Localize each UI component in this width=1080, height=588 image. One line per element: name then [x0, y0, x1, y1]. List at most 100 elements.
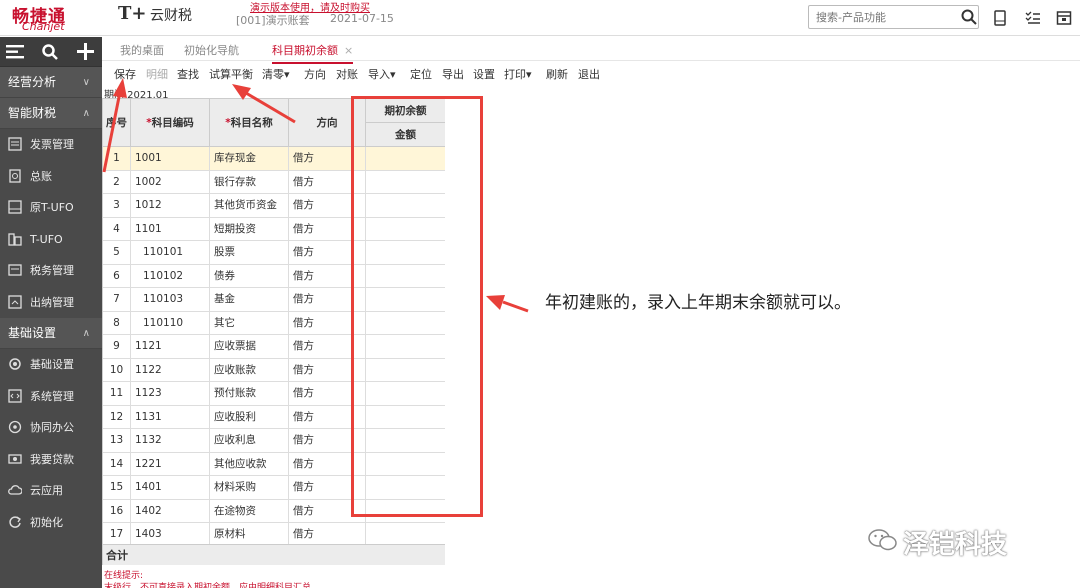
total-row: 合计	[103, 544, 445, 565]
name-cell: 应收利息	[210, 429, 289, 453]
trial-balance-button[interactable]: 试算平衡	[209, 66, 253, 82]
seq-cell: 12	[103, 405, 131, 429]
seq-cell: 7	[103, 288, 131, 312]
watermark: 泽铠科技	[903, 530, 1008, 560]
mobile-icon[interactable]	[992, 10, 1008, 26]
sidebar-section-analysis[interactable]: 经营分析 ∨	[0, 67, 102, 98]
name-cell: 在途物资	[210, 499, 289, 523]
name-cell: 银行存款	[210, 170, 289, 194]
seq-cell: 2	[103, 170, 131, 194]
sidebar-search-icon[interactable]	[42, 44, 58, 60]
code-cell: 110101	[131, 241, 210, 265]
seq-cell: 14	[103, 452, 131, 476]
seq-cell: 16	[103, 499, 131, 523]
settings-button[interactable]: 设置	[473, 66, 495, 82]
amount-cell[interactable]	[366, 523, 445, 547]
refresh-button[interactable]: 刷新	[546, 66, 568, 82]
reconcile-button[interactable]: 对账	[336, 66, 358, 82]
header-code[interactable]: *科目编码	[131, 99, 210, 147]
tax-icon	[8, 264, 22, 276]
account-label[interactable]: [001]演示账套	[236, 12, 310, 28]
header-seq: 序号	[103, 99, 131, 147]
dir-cell: 借方	[289, 523, 366, 547]
code-cell: 1131	[131, 405, 210, 429]
invoice-icon	[8, 137, 22, 151]
close-icon[interactable]: ×	[344, 44, 353, 57]
detail-button[interactable]: 明细	[146, 66, 168, 82]
annotation-highlight-box	[351, 96, 483, 517]
exit-button[interactable]: 退出	[578, 66, 600, 82]
toolbar: 保存 明细 查找 试算平衡 清零▾ 方向 对账 导入▾ 定位 导出 设置 打印▾…	[102, 62, 1080, 84]
header-name[interactable]: *科目名称	[210, 99, 289, 147]
sidebar-section-finance[interactable]: 智能财税 ∧	[0, 98, 102, 129]
login-date: 2021-07-15	[330, 12, 394, 25]
seq-cell: 6	[103, 264, 131, 288]
sidebar-item-system[interactable]: 系统管理	[0, 381, 102, 413]
name-cell: 应收股利	[210, 405, 289, 429]
seq-cell: 1	[103, 147, 131, 171]
seq-cell: 4	[103, 217, 131, 241]
sidebar-item-cloud[interactable]: 云应用	[0, 475, 102, 507]
sidebar-item-ledger[interactable]: 总账	[0, 161, 102, 193]
product-name: 云财税	[150, 8, 192, 24]
sidebar: 经营分析 ∨ 智能财税 ∧ 发票管理 总账 原T-UFO T-UFO 税务管理 出纳…	[0, 37, 102, 588]
window-icon[interactable]	[1056, 10, 1072, 26]
tplus-logo: T+	[118, 3, 147, 24]
seq-cell: 15	[103, 476, 131, 500]
tab-init-nav[interactable]: 初始化导航	[184, 42, 239, 58]
save-button[interactable]: 保存	[114, 66, 136, 82]
name-cell: 其它	[210, 311, 289, 335]
export-button[interactable]: 导出	[442, 66, 464, 82]
code-cell: 1123	[131, 382, 210, 406]
name-cell: 短期投资	[210, 217, 289, 241]
seq-cell: 3	[103, 194, 131, 218]
tab-my-desktop[interactable]: 我的桌面	[120, 42, 164, 58]
code-cell: 1001	[131, 147, 210, 171]
name-cell: 材料采购	[210, 476, 289, 500]
code-cell: 1002	[131, 170, 210, 194]
code-cell: 110103	[131, 288, 210, 312]
code-cell: 110102	[131, 264, 210, 288]
building-icon	[8, 232, 22, 246]
sidebar-item-old-tufo[interactable]: 原T-UFO	[0, 192, 102, 224]
sidebar-item-collab[interactable]: 协同办公	[0, 412, 102, 444]
add-icon[interactable]	[77, 43, 94, 60]
print-dropdown[interactable]: 打印▾	[504, 66, 532, 82]
sidebar-item-cashier[interactable]: 出纳管理	[0, 287, 102, 319]
direction-button[interactable]: 方向	[304, 66, 326, 82]
chanjet-logo-sub: Chanjet	[22, 20, 65, 33]
code-cell: 1403	[131, 523, 210, 547]
sidebar-item-invoice[interactable]: 发票管理	[0, 129, 102, 161]
locate-button[interactable]: 定位	[410, 66, 432, 82]
code-cell: 1132	[131, 429, 210, 453]
seq-cell: 8	[103, 311, 131, 335]
code-cell: 1012	[131, 194, 210, 218]
code-icon	[8, 388, 22, 403]
menu-icon[interactable]	[6, 44, 24, 60]
name-cell: 应收账款	[210, 358, 289, 382]
wechat-icon	[868, 529, 897, 551]
sidebar-item-basic-settings[interactable]: 基础设置	[0, 349, 102, 381]
code-cell: 1402	[131, 499, 210, 523]
name-cell: 库存现金	[210, 147, 289, 171]
sidebar-item-loan[interactable]: 我要贷款	[0, 444, 102, 476]
import-dropdown[interactable]: 导入▾	[368, 66, 396, 82]
clear-dropdown[interactable]: 清零▾	[262, 66, 290, 82]
collab-icon	[8, 420, 22, 434]
search-input[interactable]	[808, 5, 979, 29]
code-cell: 110110	[131, 311, 210, 335]
find-button[interactable]: 查找	[177, 66, 199, 82]
tab-opening-balance[interactable]: 科目期初余额 ×	[272, 42, 354, 64]
sidebar-item-init[interactable]: 初始化	[0, 507, 102, 539]
sidebar-item-tufo[interactable]: T-UFO	[0, 224, 102, 256]
seq-cell: 17	[103, 523, 131, 547]
name-cell: 其他货币资金	[210, 194, 289, 218]
ufo-report-icon	[8, 200, 22, 214]
search-icon[interactable]	[961, 9, 977, 25]
seq-cell: 11	[103, 382, 131, 406]
money-icon	[8, 453, 22, 464]
sidebar-section-basic[interactable]: 基础设置 ∧	[0, 318, 102, 349]
sidebar-item-tax[interactable]: 税务管理	[0, 255, 102, 287]
tasks-icon[interactable]	[1025, 10, 1041, 26]
code-cell: 1122	[131, 358, 210, 382]
